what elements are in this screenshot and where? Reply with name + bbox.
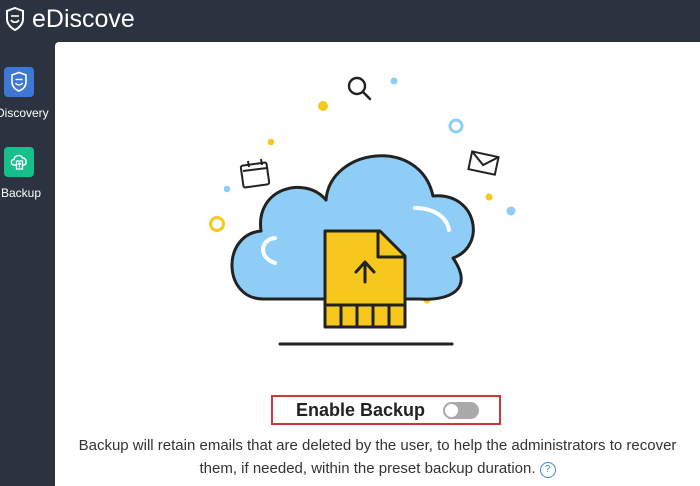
backup-description: Backup will retain emails that are delet…: [65, 434, 690, 480]
calendar-icon: [239, 158, 271, 189]
cloud-upload-illustration: [209, 76, 516, 346]
discovery-tile: [4, 67, 34, 97]
top-bar: eDiscovery: [0, 0, 700, 42]
shield-icon: [6, 6, 24, 32]
sidebar: Discovery Backup: [0, 42, 49, 486]
magnifier-icon: [347, 76, 372, 101]
cloud-backup-icon: [10, 154, 27, 170]
backup-description-text: Backup will retain emails that are delet…: [78, 437, 677, 477]
main-panel: Enable Backup Backup will retain emails …: [55, 42, 700, 486]
app-title: eDiscovery: [32, 5, 136, 33]
enable-backup-label: Enable Backup: [296, 400, 426, 420]
sidebar-item-backup[interactable]: Backup: [0, 147, 52, 207]
sidebar-item-discovery[interactable]: Discovery: [0, 67, 52, 127]
sidebar-item-label: Discovery: [0, 106, 49, 120]
toggle-knob: [445, 404, 458, 417]
backup-tile: [4, 147, 34, 177]
enable-backup-toggle[interactable]: [443, 402, 479, 419]
enable-backup-row: Enable Backup: [271, 395, 501, 425]
mail-icon: [467, 150, 500, 176]
help-icon[interactable]: ?: [539, 462, 556, 478]
shield-icon: [11, 71, 27, 92]
upload-file-icon: [323, 229, 407, 329]
sidebar-item-label: Backup: [1, 186, 42, 200]
